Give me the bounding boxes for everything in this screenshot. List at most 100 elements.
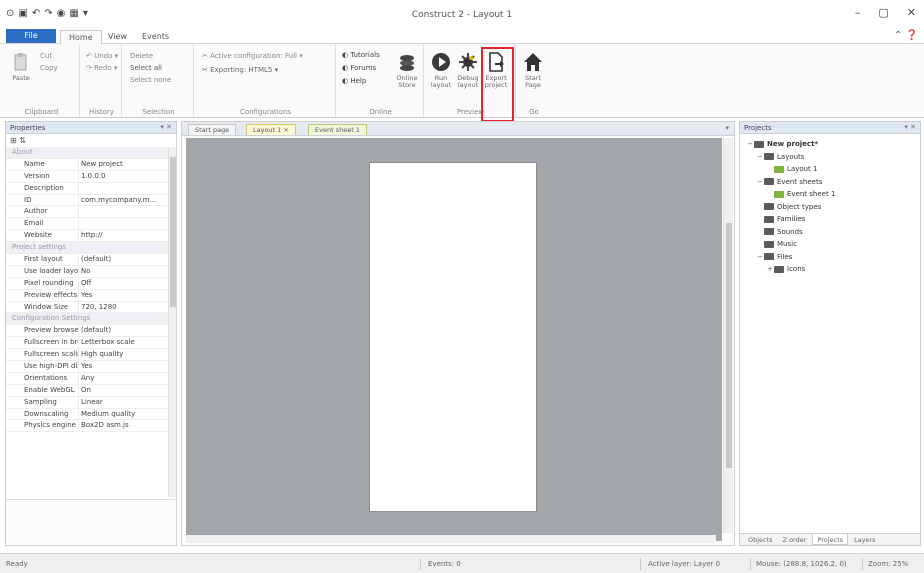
property-section[interactable]: About: [6, 147, 169, 159]
property-value[interactable]: Yes: [78, 289, 169, 301]
expand-toggle-icon[interactable]: −: [756, 251, 764, 263]
property-value[interactable]: com.mycompany.m...: [78, 194, 169, 206]
help-icon[interactable]: ⌃ ❓: [894, 30, 918, 41]
property-row[interactable]: Use loader layoutNo: [6, 265, 169, 278]
forums-button[interactable]: ◐ Forums: [342, 64, 376, 72]
scroll-thumb[interactable]: [726, 223, 732, 468]
property-row[interactable]: Pixel rounding Off: [6, 277, 169, 290]
property-value[interactable]: [78, 218, 169, 230]
doc-tab-event-sheet-1[interactable]: Event sheet 1: [308, 124, 367, 135]
property-value[interactable]: Medium quality: [78, 408, 169, 420]
layout-page[interactable]: [369, 162, 537, 512]
scroll-thumb[interactable]: [170, 157, 176, 307]
active-configuration-select[interactable]: ✂ Active configuration: Full ▾: [202, 52, 303, 60]
property-value[interactable]: http://: [78, 230, 169, 242]
tree-item[interactable]: Sounds: [742, 226, 920, 239]
property-row[interactable]: Sampling Linear: [6, 396, 169, 409]
properties-scrollbar[interactable]: [168, 147, 176, 497]
tab-events[interactable]: Events: [134, 30, 177, 44]
doc-tab-layout-1[interactable]: Layout 1 ×: [246, 124, 296, 135]
export-project-button[interactable]: Export project: [483, 52, 509, 89]
exporting-select[interactable]: ✂ Exporting: HTML5 ▾: [202, 66, 278, 74]
property-row[interactable]: Preview effects Yes: [6, 289, 169, 302]
tree-item[interactable]: − Layouts: [742, 151, 920, 164]
tab-view[interactable]: View: [100, 30, 135, 44]
property-row[interactable]: Name New project: [6, 158, 169, 171]
property-row[interactable]: Website http://: [6, 230, 169, 243]
property-value[interactable]: Box2D asm.js: [78, 420, 169, 432]
tab-home[interactable]: Home: [60, 30, 102, 44]
help-button[interactable]: ◐ Help: [342, 77, 366, 85]
tree-item[interactable]: − Event sheets: [742, 176, 920, 189]
property-row[interactable]: Description: [6, 182, 169, 195]
property-value[interactable]: On: [78, 384, 169, 396]
tab-file[interactable]: File: [6, 29, 56, 43]
panel-tab-layers[interactable]: Layers: [850, 534, 880, 545]
property-row[interactable]: Enable WebGL On: [6, 384, 169, 397]
property-value[interactable]: High quality: [78, 349, 169, 361]
property-value[interactable]: (default): [78, 254, 169, 265]
property-row[interactable]: Downscaling Medium quality: [6, 408, 169, 421]
tabs-dropdown-icon[interactable]: ▾: [725, 124, 729, 132]
tutorials-button[interactable]: ◐ Tutorials: [342, 51, 380, 59]
start-page-button[interactable]: Start Page: [520, 52, 546, 89]
tree-item[interactable]: Families: [742, 213, 920, 226]
property-value[interactable]: Off: [78, 277, 169, 289]
expand-toggle-icon[interactable]: −: [756, 176, 764, 188]
property-row[interactable]: Orientations Any: [6, 372, 169, 385]
property-row[interactable]: Use high-DPI dis...Yes: [6, 361, 169, 373]
property-value[interactable]: New project: [78, 158, 169, 170]
maximize-button[interactable]: ▢: [878, 6, 888, 19]
undo-button[interactable]: ↶ Undo ▾: [86, 52, 118, 60]
tree-item[interactable]: − New project*: [742, 138, 920, 151]
tree-item[interactable]: Music: [742, 238, 920, 251]
property-value[interactable]: Linear: [78, 396, 169, 408]
property-value[interactable]: [78, 182, 169, 194]
tree-item[interactable]: − Files: [742, 251, 920, 264]
layout-canvas[interactable]: [186, 138, 722, 541]
property-value[interactable]: 1.0.0.0: [78, 170, 169, 182]
online-store-button[interactable]: Online Store: [394, 52, 420, 89]
tree-item[interactable]: + Icons: [742, 263, 920, 276]
property-row[interactable]: First layout (default): [6, 254, 169, 266]
doc-tab-start-page[interactable]: Start page: [188, 124, 237, 135]
redo-button[interactable]: ↷ Redo ▾: [86, 64, 117, 72]
alphabetical-icon[interactable]: ⇅: [19, 136, 26, 145]
minimize-button[interactable]: –: [855, 6, 861, 19]
expand-toggle-icon[interactable]: +: [766, 263, 774, 275]
property-section[interactable]: Configuration Settings: [6, 313, 169, 326]
canvas-vertical-scrollbar[interactable]: [723, 138, 733, 533]
property-value[interactable]: 720, 1280: [78, 301, 169, 313]
property-row[interactable]: Window Size 720, 1280: [6, 301, 169, 314]
tree-item[interactable]: Object types: [742, 201, 920, 214]
property-section[interactable]: Project settings: [6, 242, 169, 255]
run-layout-button[interactable]: Run layout: [428, 52, 454, 89]
property-row[interactable]: Email: [6, 218, 169, 231]
property-value[interactable]: [78, 206, 169, 218]
property-row[interactable]: Version 1.0.0.0: [6, 170, 169, 183]
property-row[interactable]: Author: [6, 206, 169, 219]
panel-tab-objects[interactable]: Objects: [744, 534, 777, 545]
tree-item[interactable]: Layout 1: [742, 163, 920, 176]
panel-pin-close-icon[interactable]: ▾ ✕: [904, 123, 916, 131]
property-row[interactable]: ID com.mycompany.m...: [6, 194, 169, 207]
property-row[interactable]: Preview browser (default): [6, 325, 169, 338]
expand-toggle-icon[interactable]: −: [756, 151, 764, 163]
panel-tab-z-order[interactable]: Z order: [779, 534, 811, 545]
expand-toggle-icon[interactable]: −: [746, 138, 754, 150]
canvas-horizontal-scrollbar[interactable]: [186, 535, 716, 543]
select-none-button[interactable]: Select none: [130, 76, 171, 84]
close-button[interactable]: ✕: [907, 6, 916, 19]
cut-button[interactable]: Cut: [40, 52, 52, 60]
select-all-button[interactable]: Select all: [130, 64, 162, 72]
paste-button[interactable]: Paste: [8, 52, 34, 82]
property-value[interactable]: (default): [78, 325, 169, 337]
property-value[interactable]: Yes: [78, 361, 169, 372]
property-row[interactable]: Fullscreen in brow...Letterbox scale: [6, 337, 169, 350]
property-value[interactable]: No: [78, 265, 169, 277]
copy-button[interactable]: Copy: [40, 64, 58, 72]
panel-tab-projects[interactable]: Projects: [812, 534, 849, 545]
panel-pin-close-icon[interactable]: ▾ ✕: [160, 123, 172, 131]
property-row[interactable]: Physics engine Box2D asm.js: [6, 420, 169, 433]
tree-item[interactable]: Event sheet 1: [742, 188, 920, 201]
